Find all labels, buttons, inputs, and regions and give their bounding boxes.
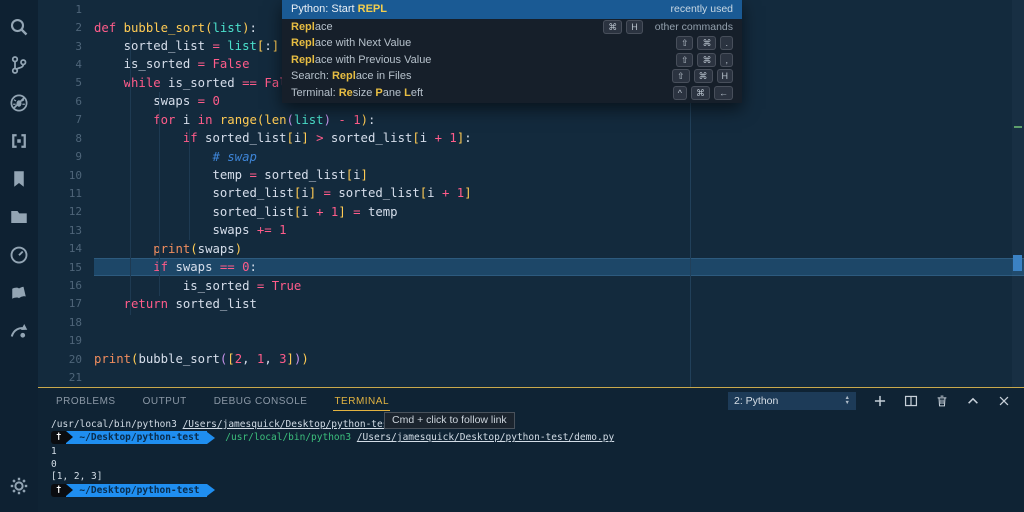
code-line-16[interactable]: 16 is_sorted = True [38,276,1024,294]
code-line-14[interactable]: 14 print(swaps) [38,239,1024,257]
terminal[interactable]: /usr/local/bin/python3 /Users/jamesquick… [38,413,1024,498]
terminal-line: /usr/local/bin/python3 /Users/jamesquick… [51,418,395,430]
line-number: 4 [75,57,82,71]
bookmarks-icon[interactable] [0,160,38,198]
line-number: 11 [68,186,82,200]
shell-prompt: † ~/Desktop/python-test [51,483,215,497]
command-palette: Python: Start REPL recently used Replace ⌘ H… [282,0,742,103]
share-icon[interactable] [0,312,38,350]
panel-tab-debug-console[interactable]: DEBUG CONSOLE [213,391,309,411]
line-number: 10 [68,168,82,182]
keybinding: ⇧ ⌘ H [668,69,733,84]
link-tooltip: Cmd + click to follow link [384,412,515,429]
line-number: 14 [68,242,82,256]
indent-guide [130,37,131,315]
line-number: 12 [68,205,82,219]
code-line-13[interactable]: 13 swaps += 1 [38,221,1024,239]
line-number: 6 [75,94,82,108]
keybinding: ^ ⌘ ← [669,85,733,100]
extensions-icon[interactable] [0,122,38,160]
line-number: 5 [75,76,82,90]
terminal-line: † ~/Desktop/python-test /usr/local/bin/py… [51,431,1024,446]
palette-item-5[interactable]: Terminal: Resize Pane Left ^ ⌘ ← [282,85,742,102]
palette-item-1[interactable]: Replace ⌘ Hother commands [282,19,742,36]
debug-icon[interactable] [0,84,38,122]
code-line-19[interactable]: 19 [38,332,1024,350]
terminal-line: 0 [51,458,57,470]
terminal-line: 1 [51,445,57,457]
indent-guide [189,129,190,240]
overview-ruler[interactable] [1012,0,1024,388]
line-number: 7 [75,113,82,127]
code-line-7[interactable]: 7 for i in range(len(list) - 1): [38,111,1024,129]
panel-tabs: PROBLEMS OUTPUT DEBUG CONSOLE TERMINAL [55,391,415,411]
shell-prompt: † ~/Desktop/python-test [51,431,215,445]
line-number: 2 [75,21,82,35]
code-line-8[interactable]: 8 if sorted_list[i] > sorted_list[i + 1]… [38,129,1024,147]
line-number: 15 [68,260,82,274]
split-terminal-icon[interactable] [904,394,918,408]
new-terminal-icon[interactable] [873,394,887,408]
palette-group-label: recently used [670,3,733,16]
clock-icon[interactable] [0,236,38,274]
kill-terminal-icon[interactable] [935,394,949,408]
terminal-select[interactable]: 2: Python ▲ ▼ [728,391,856,410]
code-line-21[interactable]: 21 [38,368,1024,386]
terminal-link[interactable]: /Users/jamesquick/Desktop/python-test [183,419,395,430]
code-line-20[interactable]: 20 print(bubble_sort([2, 1, 3])) [38,350,1024,368]
line-number: 17 [68,297,82,311]
line-number: 9 [75,150,82,164]
terminal-link[interactable]: /Users/jamesquick/Desktop/python-test/de… [357,432,614,443]
overview-current-line-mark [1013,255,1022,271]
code-line-17[interactable]: 17 return sorted_list [38,295,1024,313]
terminal-select-value: 2: Python [734,394,779,407]
code-line-10[interactable]: 10 temp = sorted_list[i] [38,166,1024,184]
code-line-9[interactable]: 9 # swap [38,147,1024,165]
code-line-11[interactable]: 11 sorted_list[i] = sorted_list[i + 1] [38,184,1024,202]
folder-icon[interactable] [0,198,38,236]
search-icon[interactable] [0,8,38,46]
source-control-icon[interactable] [0,46,38,84]
palette-item-2[interactable]: Replace with Next Value ⇧ ⌘. [282,35,742,52]
line-number: 3 [75,39,82,53]
code-line-15[interactable]: 15 if swaps == 0: [38,257,1024,277]
keybinding: ⇧ ⌘. [672,36,733,51]
line-number: 1 [75,2,82,16]
maximize-panel-icon[interactable] [966,394,980,408]
line-number: 13 [68,223,82,237]
line-number: 20 [68,352,82,366]
panel-tab-problems[interactable]: PROBLEMS [55,391,117,411]
code-line-12[interactable]: 12 sorted_list[i + 1] = temp [38,203,1024,221]
panel-tab-terminal[interactable]: TERMINAL [333,391,390,411]
activity-bar-icons [0,0,38,350]
line-number: 8 [75,131,82,145]
terminal-line: [1, 2, 3] [51,471,103,483]
activity-bar [0,0,38,512]
gear-icon[interactable] [0,467,38,505]
panel-actions: 2: Python ▲ ▼ [728,391,1024,410]
overview-mark [1014,126,1022,128]
palette-item-4[interactable]: Search: Replace in Files ⇧ ⌘ H [282,68,742,85]
line-number: 18 [68,315,82,329]
palette-group-label: other commands [654,20,733,33]
terminal-line: † ~/Desktop/python-test [51,483,1024,498]
line-number: 16 [68,279,82,293]
line-number: 19 [68,334,82,348]
bottom-panel: PROBLEMS OUTPUT DEBUG CONSOLE TERMINAL 2: P… [38,387,1024,512]
indent-guide [159,92,160,296]
panel-header: PROBLEMS OUTPUT DEBUG CONSOLE TERMINAL 2: P… [38,388,1024,413]
keybinding: ⇧ ⌘, [672,52,733,67]
close-panel-icon[interactable] [997,394,1011,408]
keybinding: ⌘ H [599,19,643,34]
book-icon[interactable] [0,274,38,312]
code-line-18[interactable]: 18 [38,313,1024,331]
activity-bar-manage [0,467,38,512]
palette-item-3[interactable]: Replace with Previous Value ⇧ ⌘, [282,52,742,69]
panel-tab-output[interactable]: OUTPUT [142,391,188,411]
palette-item-0[interactable]: Python: Start REPL recently used [282,0,742,19]
select-arrows-icon: ▲ ▼ [844,394,850,406]
line-number: 21 [68,371,82,385]
